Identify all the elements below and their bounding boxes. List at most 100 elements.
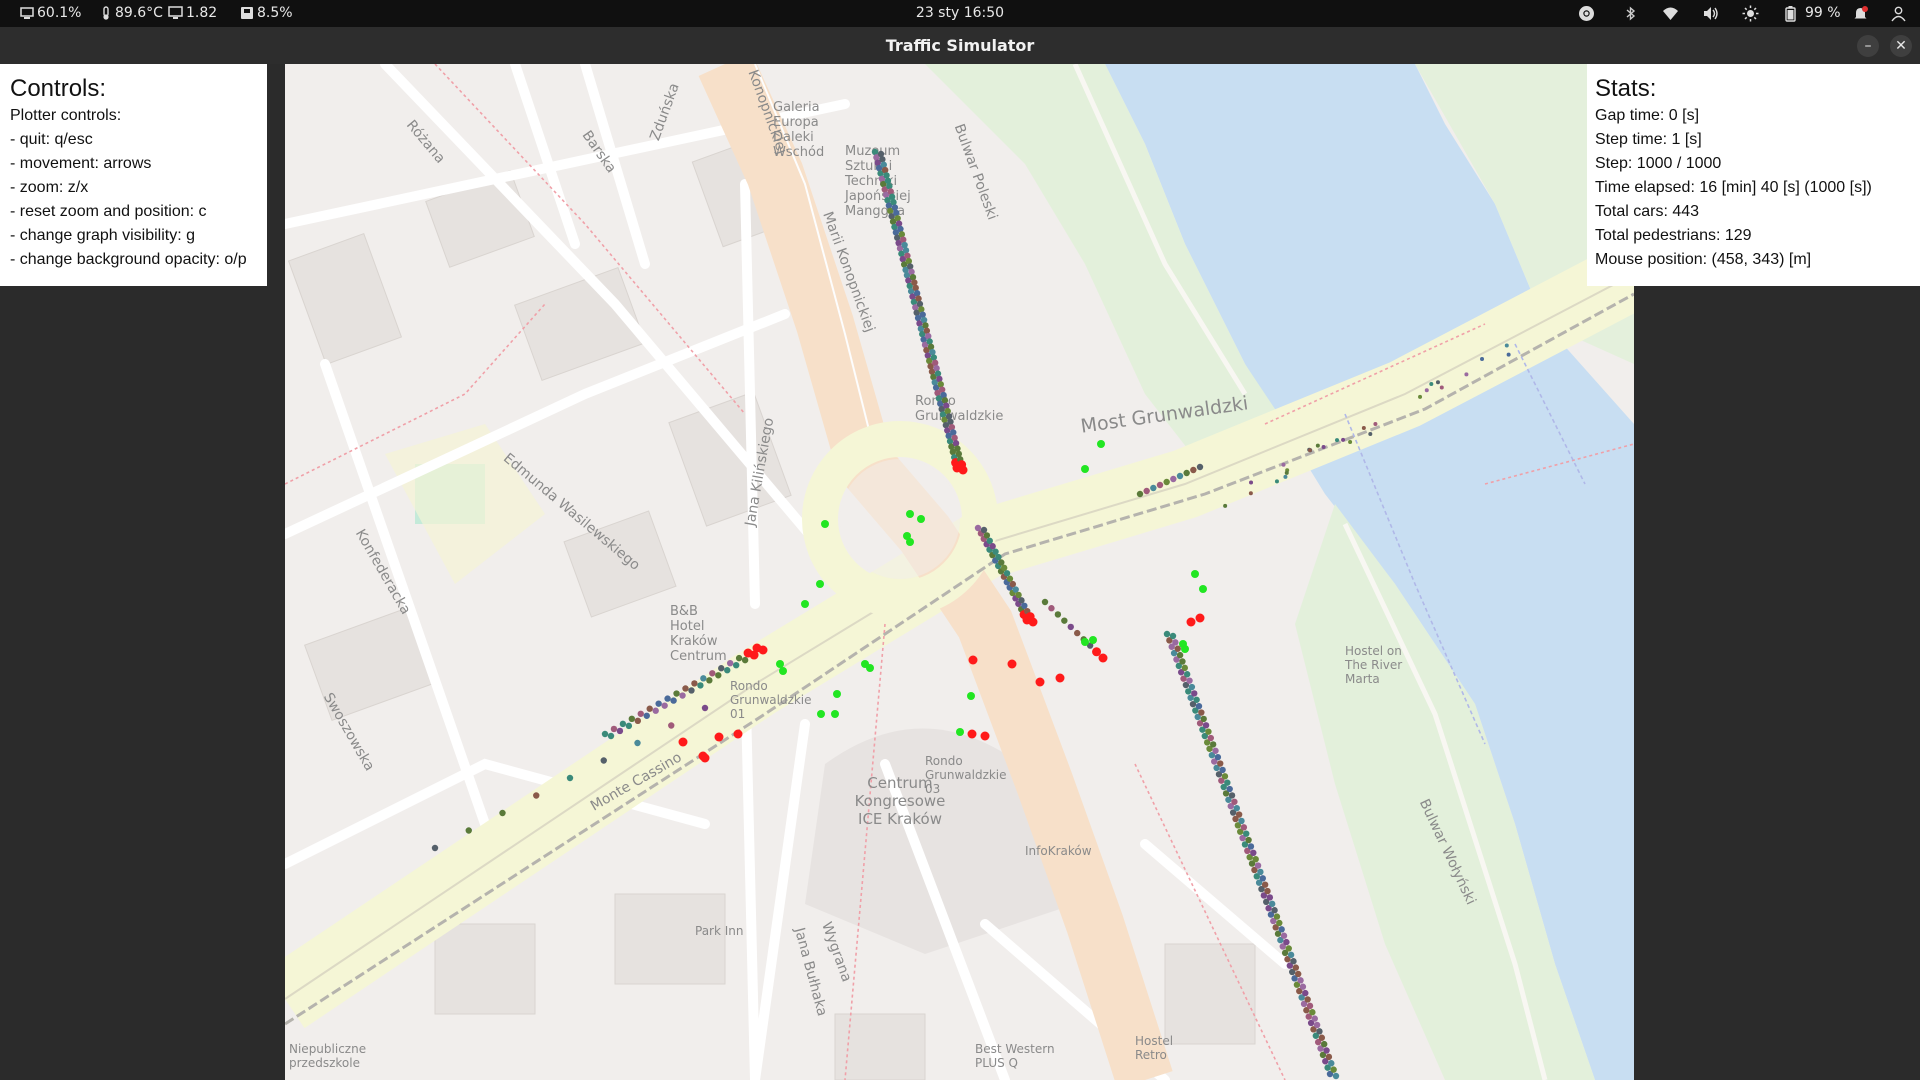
car-marker [986, 537, 993, 545]
car-marker [941, 397, 949, 404]
pedestrian-marker [831, 710, 839, 718]
car-marker [1320, 1040, 1328, 1048]
car-marker [1009, 580, 1017, 588]
car-marker [679, 692, 686, 699]
car-marker [1439, 385, 1444, 390]
controls-panel: Controls: Plotter controls: - quit: q/es… [0, 64, 267, 286]
car-marker [932, 359, 939, 367]
chrome-icon[interactable] [1578, 5, 1595, 22]
car-marker [1190, 466, 1197, 474]
pedestrian-marker [1181, 645, 1189, 653]
volume-icon[interactable] [1702, 5, 1719, 22]
car-marker [1373, 422, 1378, 427]
stats-title: Stats: [1595, 75, 1657, 102]
car-marker [1238, 817, 1245, 825]
car-marker [922, 322, 929, 329]
car-marker [1316, 1028, 1323, 1035]
car-marker [886, 182, 893, 190]
car-marker [1249, 480, 1254, 485]
battery-icon[interactable] [1782, 5, 1799, 22]
car-marker [1252, 855, 1259, 863]
car-marker [1264, 887, 1271, 895]
car-marker [871, 148, 879, 156]
car-marker [929, 348, 936, 356]
car-marker [601, 730, 609, 738]
car-marker [668, 722, 675, 729]
brightness-icon[interactable] [1742, 5, 1759, 22]
minimize-button[interactable]: – [1857, 35, 1879, 57]
car-marker [1198, 709, 1205, 716]
car-marker [701, 704, 709, 712]
window-title-bar[interactable]: Traffic Simulator – ✕ [0, 27, 1920, 64]
close-button[interactable]: ✕ [1890, 35, 1912, 57]
stats-time-elapsed: Time elapsed: 16 [min] 40 [s] (1000 [s]) [1595, 179, 1872, 196]
wifi-icon[interactable] [1662, 5, 1679, 22]
car-marker [995, 553, 1002, 561]
car-marker [724, 667, 731, 674]
car-marker [947, 418, 954, 425]
car-marker [1309, 1009, 1316, 1016]
car-marker [1186, 677, 1193, 684]
car-marker [1195, 702, 1203, 710]
car-marker [697, 682, 704, 689]
car-marker [890, 199, 897, 206]
car-marker [1506, 352, 1511, 357]
car-marker [968, 655, 978, 665]
car-marker [901, 241, 908, 249]
car-marker [1061, 617, 1068, 624]
car-marker [700, 675, 707, 682]
controls-line: - zoom: z/x [10, 179, 89, 196]
car-marker [952, 440, 960, 447]
car-marker [673, 690, 680, 697]
car-marker [934, 370, 942, 377]
car-marker [893, 209, 900, 217]
car-marker [1003, 570, 1011, 577]
pedestrian-marker [801, 600, 809, 608]
car-marker [709, 670, 716, 677]
car-marker [706, 677, 713, 684]
car-marker [1429, 382, 1434, 387]
pedestrian-marker [776, 660, 784, 668]
bluetooth-icon[interactable] [1622, 5, 1639, 22]
car-marker [1183, 469, 1190, 477]
car-marker [1304, 996, 1311, 1003]
controls-line: Plotter controls: [10, 107, 122, 124]
car-marker [1217, 760, 1224, 767]
car-marker [643, 712, 650, 719]
car-marker [714, 732, 724, 742]
user-icon[interactable] [1890, 5, 1907, 22]
controls-line: - reset zoom and position: c [10, 203, 207, 220]
pedestrian-marker [1199, 585, 1207, 593]
simulator-canvas[interactable]: Konopnickiej Galeria Europa Daleki Wschó… [0, 64, 1920, 1080]
car-marker [1313, 1021, 1321, 1029]
car-marker [894, 215, 901, 222]
car-marker [566, 774, 574, 782]
pedestrian-marker [821, 520, 829, 528]
car-marker [1224, 779, 1231, 786]
car-marker [925, 332, 932, 340]
pedestrian-marker [1191, 570, 1199, 578]
system-top-bar: 60.1% 89.6°C 1.82 8.5% 23 sty 16:50 99 % [0, 0, 1920, 27]
car-marker [749, 650, 759, 660]
notification-icon[interactable] [1852, 5, 1869, 22]
car-marker [937, 381, 944, 388]
stats-total-cars: Total cars: 443 [1595, 203, 1700, 220]
pedestrian-marker [779, 667, 787, 675]
car-marker [944, 407, 951, 415]
car-marker [646, 705, 653, 712]
map-view[interactable]: Konopnickiej Galeria Europa Daleki Wschó… [285, 64, 1634, 1080]
car-marker [1055, 673, 1065, 683]
car-marker [1281, 462, 1286, 467]
car-marker [1074, 629, 1081, 637]
car-marker [732, 661, 740, 669]
car-marker [1214, 753, 1222, 761]
controls-line: - quit: q/esc [10, 131, 93, 148]
car-marker [1007, 659, 1017, 669]
car-marker [1284, 470, 1289, 475]
car-marker [1361, 425, 1366, 430]
car-marker [688, 687, 695, 694]
pedestrian-marker [906, 510, 914, 518]
car-marker [1323, 1047, 1330, 1054]
car-marker [1186, 617, 1196, 627]
car-marker [918, 306, 925, 313]
